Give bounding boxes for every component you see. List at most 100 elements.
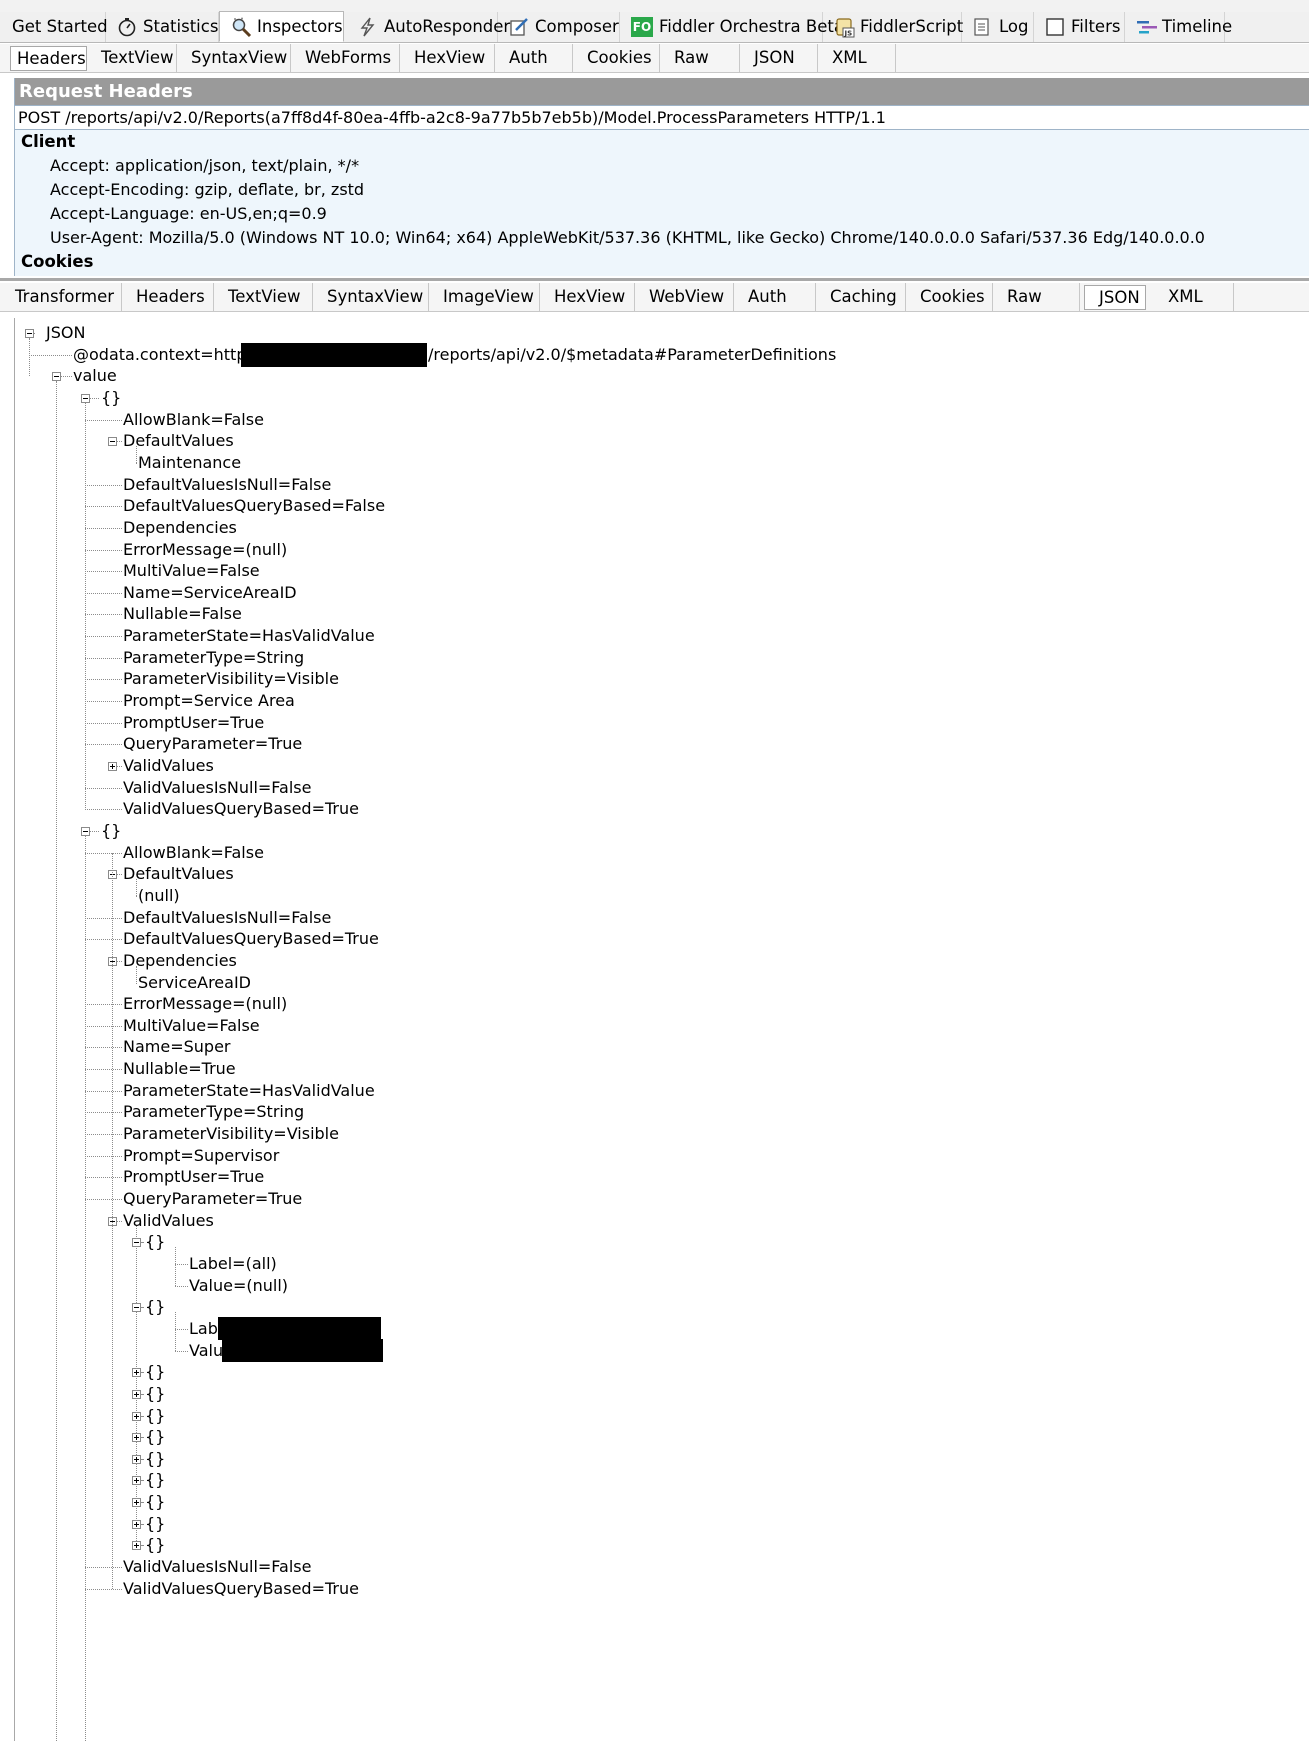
header-accept[interactable]: Accept: application/json, text/plain, */… [15,154,1309,178]
request-tab-cookies[interactable]: Cookies [573,44,660,72]
request-tab-syntaxview[interactable]: SyntaxView [177,44,291,72]
tree-node-property[interactable]: ValidValuesIsNull=False [123,1555,311,1579]
tab-fiddlerscript[interactable]: JS FiddlerScript [823,12,963,42]
tree-node-property[interactable]: QueryParameter=True [123,1187,302,1211]
response-tab-xml[interactable]: XML [1154,283,1234,311]
response-tab-textview[interactable]: TextView [214,283,313,311]
tree-node-leaf[interactable]: (null) [138,884,180,908]
header-accept-language[interactable]: Accept-Language: en-US,en;q=0.9 [15,202,1309,226]
tree-node-property[interactable]: ValidValuesQueryBased=True [123,1577,359,1601]
request-tab-xml[interactable]: XML [818,44,896,72]
tree-node-property[interactable]: ValidValuesQueryBased=True [123,797,359,821]
tab-composer[interactable]: Composer [498,12,620,42]
tree-node-property[interactable]: ParameterType=String [123,646,304,670]
tree-node-property[interactable]: ValidValues [123,754,214,778]
object-toggle[interactable] [132,1519,141,1529]
response-tab-webview[interactable]: WebView [635,283,734,311]
tree-node-property[interactable]: ParameterVisibility=Visible [123,667,339,691]
tree-node-property[interactable]: DefaultValues [123,429,234,453]
response-tab-headers[interactable]: Headers [122,283,214,311]
object-toggle[interactable] [132,1541,141,1551]
tree-node-property[interactable]: Nullable=True [123,1057,236,1081]
tree-node-object[interactable]: {} [145,1382,165,1406]
tree-node-property[interactable]: Dependencies [123,949,237,973]
tree-node-odata-context-suffix[interactable]: /reports/api/v2.0/$metadata#ParameterDef… [428,343,836,367]
response-tab-raw[interactable]: Raw [993,283,1080,311]
response-tab-imageview[interactable]: ImageView [429,283,540,311]
tree-node-property[interactable]: DefaultValuesQueryBased=False [123,494,385,518]
tree-node-property[interactable]: ParameterType=String [123,1100,304,1124]
tree-node-value[interactable]: value [73,364,117,388]
tree-node-object[interactable]: {} [145,1360,165,1384]
response-tab-caching[interactable]: Caching [816,283,906,311]
tree-node-object[interactable]: {} [145,1468,165,1492]
object-toggle[interactable] [132,1433,141,1443]
response-tab-hexview[interactable]: HexView [540,283,635,311]
object-toggle[interactable] [81,393,90,403]
tree-node-object[interactable]: {} [145,1533,165,1557]
tree-node-object[interactable]: {} [145,1447,165,1471]
request-tab-textview[interactable]: TextView [87,44,177,72]
tab-inspectors[interactable]: Inspectors [219,11,344,42]
tree-node-object[interactable]: {} [145,1404,165,1428]
object-toggle[interactable] [132,1498,141,1508]
tab-timeline[interactable]: Timeline [1125,12,1232,42]
tree-node-object[interactable]: {} [145,1425,165,1449]
tree-node-property[interactable]: DefaultValuesIsNull=False [123,906,331,930]
header-accept-encoding[interactable]: Accept-Encoding: gzip, deflate, br, zstd [15,178,1309,202]
tree-node-property[interactable]: ErrorMessage=(null) [123,992,287,1016]
request-tab-json[interactable]: JSON [740,44,818,72]
tree-node-property[interactable]: Name=ServiceAreaID [123,581,297,605]
request-tab-auth[interactable]: Auth [495,44,573,72]
request-tab-webforms[interactable]: WebForms [291,44,400,72]
tab-statistics[interactable]: Statistics [106,12,219,42]
tab-filters[interactable]: Filters [1034,12,1125,42]
response-tab-transformer[interactable]: Transformer [0,283,122,311]
tree-node-property[interactable]: Prompt=Service Area [123,689,295,713]
tree-node-property[interactable]: AllowBlank=False [123,841,264,865]
header-group-client[interactable]: Client [15,130,1309,154]
tree-node-property[interactable]: PromptUser=True [123,1165,264,1189]
tree-node-object[interactable]: {} [101,819,121,843]
tree-node-property[interactable]: Prompt=Supervisor [123,1144,279,1168]
tree-node-property[interactable]: ParameterState=HasValidValue [123,1079,375,1103]
tree-node-leaf[interactable]: ServiceAreaID [138,971,251,995]
tree-node-property[interactable]: MultiValue=False [123,559,260,583]
request-tab-raw[interactable]: Raw [660,44,740,72]
tree-node-property[interactable]: MultiValue=False [123,1014,260,1038]
tab-get-started[interactable]: Get Started [0,12,108,42]
tab-log[interactable]: Log [962,12,1034,42]
tree-node-root[interactable]: JSON [46,321,85,345]
expand-toggle[interactable] [108,762,117,771]
tree-node-leaf[interactable]: Value=(null) [189,1274,288,1298]
response-tab-json[interactable]: JSON [1084,285,1146,310]
value-toggle[interactable] [52,372,61,382]
tree-node-property[interactable]: ParameterState=HasValidValue [123,624,375,648]
tree-node-object[interactable]: {} [145,1490,165,1514]
expand-toggle[interactable] [108,437,117,447]
tree-node-property[interactable]: DefaultValues [123,862,234,886]
tree-node-property[interactable]: ParameterVisibility=Visible [123,1122,339,1146]
response-tab-cookies[interactable]: Cookies [906,283,993,311]
tree-node-property[interactable]: Dependencies [123,516,237,540]
tree-node-object[interactable]: {} [101,386,121,410]
object-toggle[interactable] [132,1303,141,1313]
tree-node-object[interactable]: {} [145,1512,165,1536]
header-user-agent[interactable]: User-Agent: Mozilla/5.0 (Windows NT 10.0… [15,226,1309,250]
tree-node-property[interactable]: AllowBlank=False [123,408,264,432]
tree-node-property[interactable]: DefaultValuesQueryBased=True [123,927,379,951]
request-line[interactable]: POST /reports/api/v2.0/Reports(a7ff8d4f-… [15,105,1309,130]
tab-fiddler-orchestra[interactable]: FO Fiddler Orchestra Beta [620,12,844,42]
response-tab-auth[interactable]: Auth [734,283,816,311]
tab-autoresponder[interactable]: AutoResponder [344,12,510,42]
tree-node-object[interactable]: {} [145,1295,165,1319]
tree-node-leaf[interactable]: Maintenance [138,451,241,475]
object-toggle[interactable] [132,1389,141,1399]
tree-node-object[interactable]: {} [145,1230,165,1254]
tree-node-property[interactable]: Nullable=False [123,602,242,626]
response-tab-syntaxview[interactable]: SyntaxView [313,283,429,311]
request-tab-headers[interactable]: Headers [10,46,87,71]
object-toggle[interactable] [132,1454,141,1464]
object-toggle[interactable] [132,1238,141,1248]
tree-node-leaf[interactable]: Label=(all) [189,1252,277,1276]
